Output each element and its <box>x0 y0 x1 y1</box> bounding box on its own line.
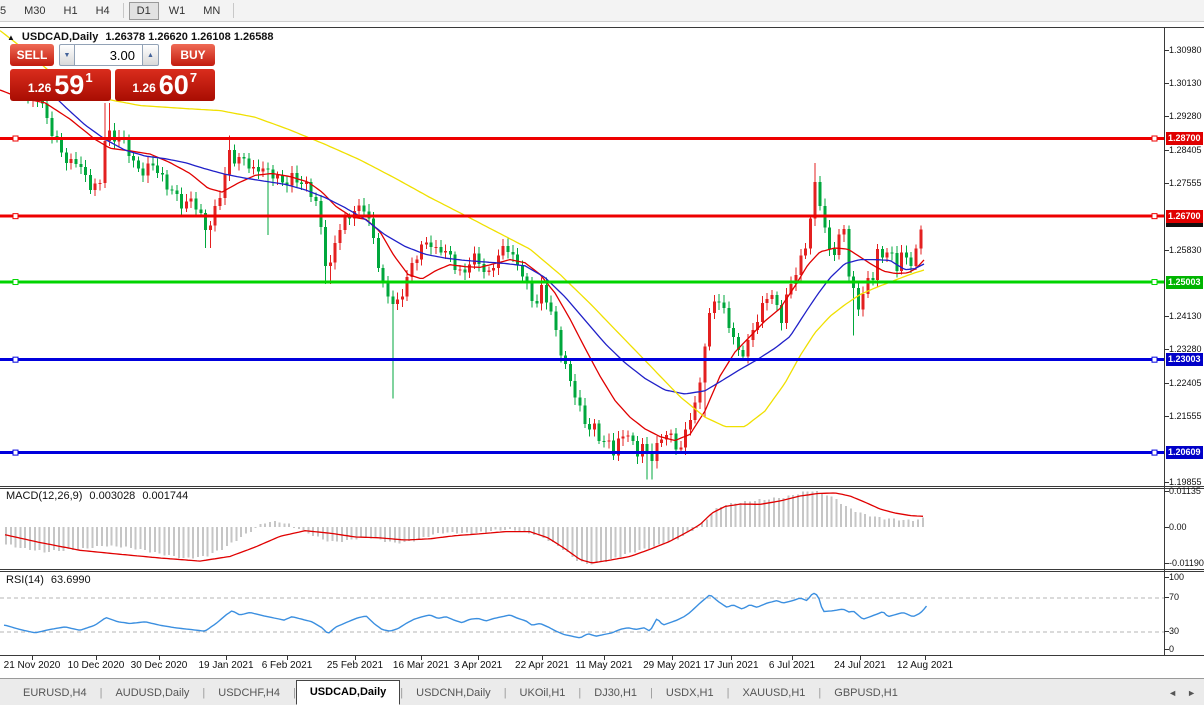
tab-xauusd-h1[interactable]: XAUUSD,H1 <box>729 682 818 705</box>
price-level-tag: 1.20609 <box>1166 446 1203 459</box>
timeframe-button-D1[interactable]: D1 <box>129 2 159 20</box>
timeframe-button-H1[interactable]: H1 <box>56 2 86 20</box>
sell-price-sup: 1 <box>85 70 92 85</box>
symbol-tab-bar: EURUSD,H4|AUDUSD,Daily|USDCHF,H4|USDCAD,… <box>0 678 1204 705</box>
chevron-up-icon: ▲ <box>147 52 154 59</box>
price-axis-label: 1.29280 <box>1169 111 1202 121</box>
date-axis-label: 12 Aug 2021 <box>897 660 953 671</box>
date-axis-label: 11 May 2021 <box>575 660 632 671</box>
date-axis-label: 29 May 2021 <box>643 660 701 671</box>
sell-price-main: 59 <box>54 72 84 99</box>
rsi-name: RSI(14) <box>6 574 44 586</box>
chart-ohlc-values: 1.26378 1.26620 1.26108 1.26588 <box>105 31 273 43</box>
date-axis-label: 16 Mar 2021 <box>393 660 449 671</box>
buy-price-base: 1.26 <box>132 81 155 95</box>
buy-button[interactable]: BUY <box>171 44 215 66</box>
toolbar-separator <box>123 3 124 18</box>
macd-indicator-label: MACD(12,26,9) 0.003028 0.001744 <box>6 490 188 502</box>
sell-button[interactable]: SELL <box>10 44 54 66</box>
date-axis-label: 3 Apr 2021 <box>454 660 502 671</box>
volume-input[interactable] <box>75 44 143 66</box>
timeframe-button-H4[interactable]: H4 <box>88 2 118 20</box>
price-axis-label: 1.27555 <box>1169 178 1202 188</box>
timeframe-button-MN[interactable]: MN <box>195 2 228 20</box>
date-axis-label: 17 Jun 2021 <box>703 660 758 671</box>
tab-usdcnh-daily[interactable]: USDCNH,Daily <box>403 682 504 705</box>
buy-price-sup: 7 <box>190 70 197 85</box>
tab-scroll-arrows: ◄ ► <box>1168 688 1196 698</box>
tab-gbpusd-h1[interactable]: GBPUSD,H1 <box>821 682 911 705</box>
scroll-left-icon[interactable]: ◄ <box>1168 688 1177 698</box>
volume-decrease-button[interactable]: ▼ <box>59 44 75 66</box>
price-axis-label: 1.21555 <box>1169 411 1202 421</box>
date-axis-label: 6 Jul 2021 <box>769 660 815 671</box>
mt4-terminal: 5M30H1H4 D1W1MN ▲ USDCAD,Daily 1.26378 1.… <box>0 0 1204 705</box>
price-level-tag: 1.28700 <box>1166 132 1203 145</box>
chevron-down-icon: ▼ <box>64 52 71 59</box>
price-axis-label: 1.25830 <box>1169 245 1202 255</box>
date-axis-label: 21 Nov 2020 <box>4 660 61 671</box>
macd-axis-label: -0.01190 <box>1169 558 1204 568</box>
date-axis-label: 10 Dec 2020 <box>68 660 125 671</box>
tab-usdchf-h4[interactable]: USDCHF,H4 <box>205 682 293 705</box>
price-axis-label: 1.24130 <box>1169 311 1202 321</box>
tab-usdx-h1[interactable]: USDX,H1 <box>653 682 727 705</box>
tab-audusd-daily[interactable]: AUDUSD,Daily <box>102 682 202 705</box>
buy-price-panel[interactable]: 1.26 60 7 <box>115 69 216 101</box>
rsi-axis-label: 0 <box>1169 644 1174 654</box>
chart-graphics <box>0 0 1204 705</box>
date-axis-label: 25 Feb 2021 <box>327 660 383 671</box>
one-click-trading-panel: SELL ▼ ▲ BUY 1.26 59 1 1.26 60 7 <box>10 44 215 101</box>
timeframe-button-5[interactable]: 5 <box>0 2 14 20</box>
macd-name: MACD(12,26,9) <box>6 490 82 502</box>
macd-axis-label: 0.00 <box>1169 522 1187 532</box>
price-axis-label: 1.30130 <box>1169 78 1202 88</box>
date-axis-label: 6 Feb 2021 <box>262 660 313 671</box>
price-level-tag: 1.23003 <box>1166 353 1203 366</box>
tab-ukoil-h1[interactable]: UKOil,H1 <box>507 682 579 705</box>
chart-symbol-label: USDCAD,Daily <box>22 31 98 43</box>
price-axis-label: 1.22405 <box>1169 378 1202 388</box>
tab-eurusd-h4[interactable]: EURUSD,H4 <box>10 682 100 705</box>
price-axis-label: 1.28405 <box>1169 145 1202 155</box>
rsi-value: 63.6990 <box>51 574 91 586</box>
chart-title: ▲ USDCAD,Daily 1.26378 1.26620 1.26108 1… <box>7 31 274 43</box>
buy-price-main: 60 <box>159 72 189 99</box>
rsi-axis-label: 100 <box>1169 572 1184 582</box>
volume-increase-button[interactable]: ▲ <box>143 44 159 66</box>
timeframe-toolbar: 5M30H1H4 D1W1MN <box>0 0 1204 22</box>
price-level-tag: 1.25003 <box>1166 276 1203 289</box>
rsi-axis-label: 70 <box>1169 592 1179 602</box>
date-axis-label: 24 Jul 2021 <box>834 660 886 671</box>
tab-dj30-h1[interactable]: DJ30,H1 <box>581 682 650 705</box>
price-axis-label: 1.30980 <box>1169 45 1202 55</box>
macd-axis-label: 0.01135 <box>1169 486 1201 496</box>
macd-value-signal: 0.001744 <box>142 490 188 502</box>
date-axis-label: 19 Jan 2021 <box>198 660 253 671</box>
sell-price-panel[interactable]: 1.26 59 1 <box>10 69 111 101</box>
collapse-arrow-icon[interactable]: ▲ <box>7 33 15 42</box>
date-axis-label: 22 Apr 2021 <box>515 660 569 671</box>
price-level-tag: 1.26700 <box>1166 210 1203 223</box>
macd-value-main: 0.003028 <box>89 490 135 502</box>
rsi-axis-label: 30 <box>1169 626 1179 636</box>
rsi-indicator-label: RSI(14) 63.6990 <box>6 574 91 586</box>
timeframe-button-M30[interactable]: M30 <box>16 2 53 20</box>
toolbar-separator <box>233 3 234 18</box>
date-axis-label: 30 Dec 2020 <box>131 660 188 671</box>
sell-price-base: 1.26 <box>28 81 51 95</box>
scroll-right-icon[interactable]: ► <box>1187 688 1196 698</box>
tab-usdcad-daily[interactable]: USDCAD,Daily <box>296 680 400 705</box>
timeframe-button-W1[interactable]: W1 <box>161 2 194 20</box>
